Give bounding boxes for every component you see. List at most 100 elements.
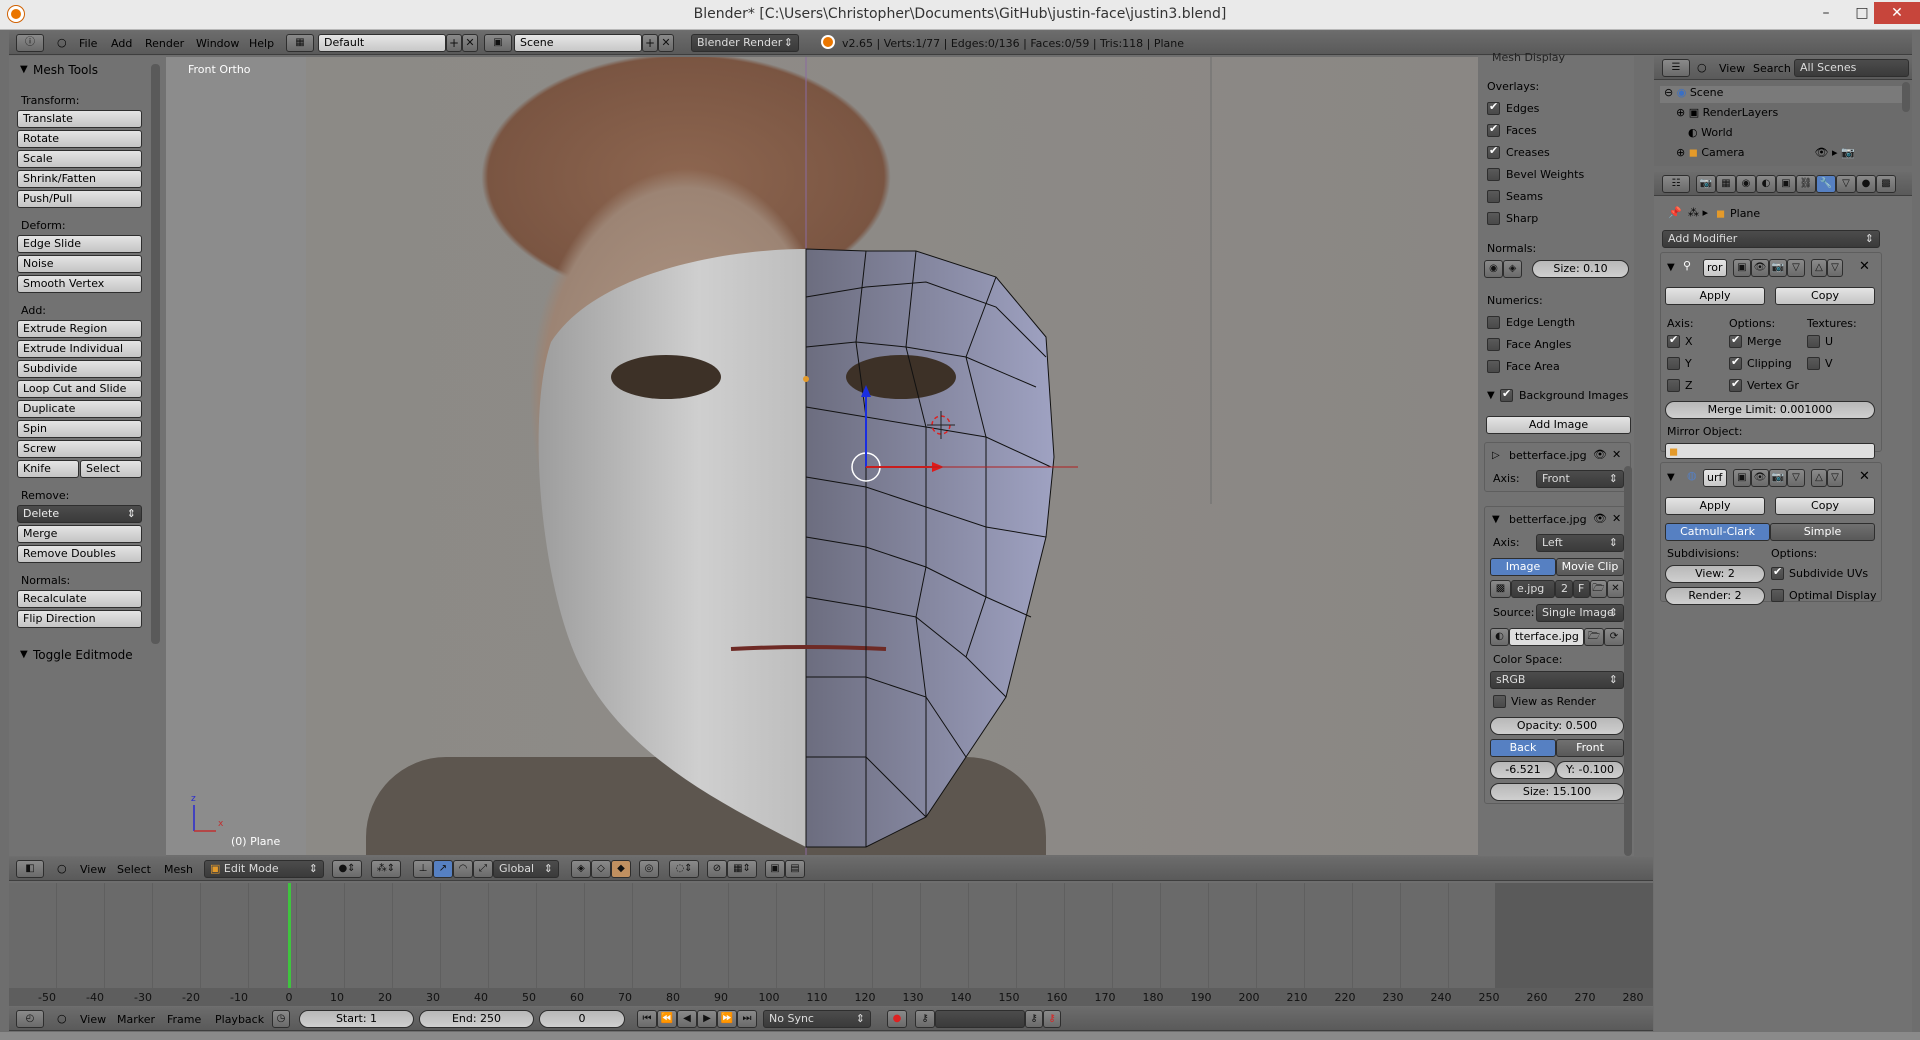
size-field[interactable]: Size: 15.100 (1490, 783, 1624, 801)
current-frame-field[interactable]: 0 (539, 1010, 625, 1028)
occlude-geometry-icon[interactable]: ◎ (639, 860, 659, 878)
modifiers-tab-icon[interactable]: 🔧 (1816, 175, 1836, 193)
sync-dropdown[interactable]: No Sync ⇕ (763, 1010, 871, 1028)
delete-dropdown[interactable]: Delete ⇕ (17, 505, 142, 523)
menu-add[interactable]: Add (111, 37, 132, 50)
add-image-button[interactable]: Add Image (1486, 416, 1631, 434)
remove-modifier-icon[interactable]: ✕ (1859, 259, 1870, 274)
recalculate-button[interactable]: Recalculate (17, 590, 142, 608)
collapse-arrow-icon[interactable]: ▼ (1667, 472, 1675, 483)
color-space-dropdown[interactable]: sRGB ⇕ (1490, 671, 1624, 689)
start-frame-field[interactable]: Start: 1 (299, 1010, 414, 1028)
axis-y-checkbox[interactable] (1667, 357, 1680, 370)
insert-keyframe-icon[interactable]: ⚷ (1025, 1010, 1043, 1028)
flip-direction-button[interactable]: Flip Direction (17, 610, 142, 628)
end-frame-field[interactable]: End: 250 (419, 1010, 534, 1028)
offset-x-field[interactable]: -6.521 (1490, 761, 1556, 779)
minimize-button[interactable]: – (1810, 2, 1842, 24)
image-browse-icon[interactable]: ▩ (1490, 580, 1511, 598)
layout-remove-icon[interactable]: ✕ (462, 34, 478, 52)
merge-limit-field[interactable]: Merge Limit: 0.001000 (1665, 401, 1875, 419)
translate-manipulator-icon[interactable]: ↗ (433, 860, 453, 878)
move-up-icon[interactable]: △ (1811, 469, 1827, 487)
outliner-menu-view[interactable]: View (1719, 62, 1745, 75)
loop-cut-button[interactable]: Loop Cut and Slide (17, 380, 142, 398)
collapse-icon[interactable]: ○ (57, 1012, 67, 1025)
screw-button[interactable]: Screw (17, 440, 142, 458)
scale-button[interactable]: Scale (17, 150, 142, 168)
move-down-icon[interactable]: ▽ (1827, 469, 1843, 487)
open-folder-icon[interactable]: 🗁 (1590, 580, 1607, 598)
axis-x-checkbox[interactable] (1667, 333, 1680, 348)
play-reverse-icon[interactable]: ◀ (677, 1010, 697, 1028)
sharp-checkbox[interactable] (1487, 212, 1500, 225)
clipping-checkbox[interactable] (1729, 355, 1742, 370)
mirror-copy-button[interactable]: Copy (1775, 287, 1875, 305)
rotate-button[interactable]: Rotate (17, 130, 142, 148)
noise-button[interactable]: Noise (17, 255, 142, 273)
unlink-icon[interactable]: ✕ (1607, 580, 1624, 598)
open-folder-icon[interactable]: 🗁 (1584, 628, 1604, 646)
shrink-fatten-button[interactable]: Shrink/Fatten (17, 170, 142, 188)
outliner-menu-search[interactable]: Search (1753, 62, 1791, 75)
menu-render[interactable]: Render (145, 37, 184, 50)
eye-icon[interactable]: 👁 (1593, 512, 1607, 525)
preview-range-icon[interactable]: ◷ (272, 1010, 290, 1028)
outliner-row-world[interactable]: ◐ World (1688, 126, 1733, 139)
editmode-toggle-icon[interactable]: ▣ (1733, 259, 1751, 277)
remove-doubles-button[interactable]: Remove Doubles (17, 545, 142, 563)
tab-movie-clip[interactable]: Movie Clip (1556, 558, 1624, 576)
render-levels-field[interactable]: Render: 2 (1665, 587, 1765, 605)
viewport-toggle-icon[interactable]: 👁 (1751, 469, 1769, 487)
remove-icon[interactable]: ✕ (1612, 448, 1621, 461)
face-angles-checkbox[interactable] (1487, 338, 1500, 351)
subsurf-copy-button[interactable]: Copy (1775, 497, 1875, 515)
outliner-filter-dropdown[interactable]: All Scenes (1794, 59, 1909, 77)
remove-modifier-icon[interactable]: ✕ (1859, 469, 1870, 484)
move-up-icon[interactable]: △ (1811, 259, 1827, 277)
mirror-object-field[interactable]: ◼ (1665, 443, 1875, 459)
merge-checkbox[interactable] (1729, 333, 1742, 348)
scene-icon[interactable]: ▣ (484, 34, 512, 52)
menu-view[interactable]: View (80, 863, 106, 876)
outliner-row-renderlayers[interactable]: ⊕ ▣ RenderLayers (1676, 106, 1778, 119)
scene-tab-icon[interactable]: ◉ (1736, 175, 1756, 193)
edge-select-icon[interactable]: ◇ (591, 860, 611, 878)
normals-size-field[interactable]: Size: 0.10 (1532, 260, 1629, 278)
snap-toggle-icon[interactable]: ⊘ (707, 860, 727, 878)
rotate-manipulator-icon[interactable]: ◠ (453, 860, 473, 878)
smooth-vertex-button[interactable]: Smooth Vertex (17, 275, 142, 293)
layout-add-icon[interactable]: + (446, 34, 462, 52)
back-toggle[interactable]: Back (1490, 739, 1556, 757)
keying-set-field[interactable] (935, 1010, 1025, 1028)
face-normals-icon[interactable]: ◈ (1503, 260, 1522, 278)
data-tab-icon[interactable]: ▽ (1836, 175, 1856, 193)
texture-v-checkbox[interactable] (1807, 357, 1820, 370)
properties-scrollbar[interactable] (1624, 466, 1632, 856)
opacity-field[interactable]: Opacity: 0.500 (1490, 717, 1624, 735)
timeline-menu-frame[interactable]: Frame (167, 1013, 201, 1026)
editor-type-icon[interactable]: ◴ (16, 1010, 44, 1028)
merge-button[interactable]: Merge (17, 525, 142, 543)
current-frame-indicator[interactable] (288, 883, 291, 988)
collapse-icon[interactable]: ○ (1697, 61, 1707, 74)
subsurf-name-field[interactable]: urf (1703, 469, 1727, 487)
object-tab-icon[interactable]: ▣ (1776, 175, 1796, 193)
timeline-ruler[interactable]: -50 -40 -30 -20 -10 0 10 20 30 40 50 60 … (9, 988, 1653, 1006)
pivot-point-icon[interactable]: ⁂⇕ (371, 860, 401, 878)
collapse-arrow-icon[interactable]: ▼ (1667, 262, 1675, 273)
menu-file[interactable]: File (79, 37, 97, 50)
layout-selector[interactable]: Default (318, 34, 446, 52)
catmull-clark-toggle[interactable]: Catmull-Clark (1665, 523, 1770, 541)
image-datablock[interactable]: e.jpg (1511, 580, 1555, 598)
render-toggle-icon[interactable]: 📷 (1769, 259, 1787, 277)
vertex-normals-icon[interactable]: ◉ (1484, 260, 1503, 278)
render-toggle-icon[interactable]: 📷 (1769, 469, 1787, 487)
move-down-icon[interactable]: ▽ (1827, 259, 1843, 277)
subdivide-button[interactable]: Subdivide (17, 360, 142, 378)
outliner-row-camera[interactable]: ⊕ ◼ Camera 👁 ▸ 📷 (1676, 146, 1855, 159)
tool-shelf-scrollbar[interactable] (151, 64, 160, 644)
selected-vertex[interactable] (803, 376, 809, 382)
optimal-display-checkbox[interactable] (1771, 589, 1784, 602)
spin-button[interactable]: Spin (17, 420, 142, 438)
